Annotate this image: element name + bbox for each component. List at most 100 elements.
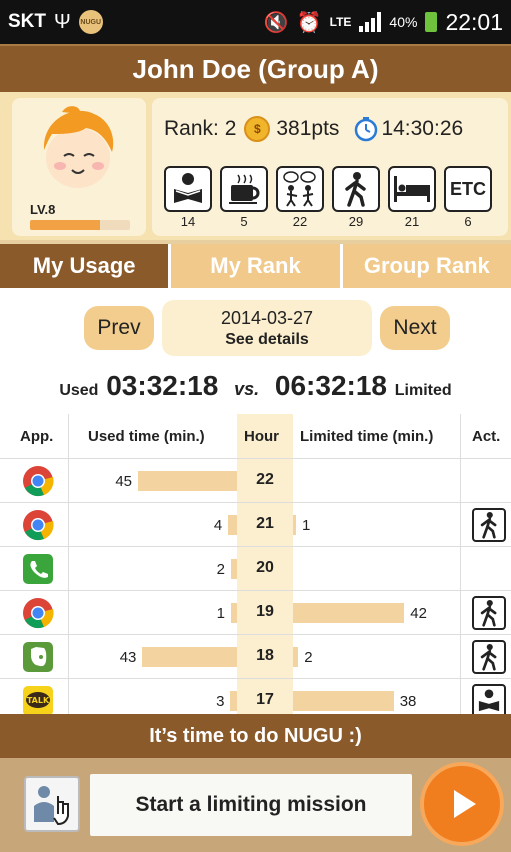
header-used: Used time (min.) bbox=[88, 428, 205, 445]
table-row[interactable]: 1 19 42 bbox=[0, 590, 511, 634]
activity-count: 6 bbox=[464, 214, 472, 229]
battery-percent: 40% bbox=[389, 14, 418, 30]
header-app: App. bbox=[20, 428, 54, 445]
limited-bar bbox=[293, 691, 394, 711]
conversation-icon bbox=[283, 171, 316, 207]
chrome-icon bbox=[23, 598, 54, 629]
battery-icon bbox=[425, 12, 438, 32]
limited-value: 1 bbox=[302, 517, 311, 534]
used-bar bbox=[230, 691, 237, 711]
mute-icon: 🔇 bbox=[263, 11, 289, 34]
table-row[interactable]: 43 18 2 bbox=[0, 634, 511, 678]
activity-talk[interactable]: 22 bbox=[276, 166, 324, 229]
used-value: 3 bbox=[216, 693, 225, 710]
touch-hand-icon bbox=[34, 786, 69, 826]
phone-icon bbox=[23, 554, 53, 584]
hour-value: 19 bbox=[256, 603, 274, 620]
walking-icon bbox=[480, 512, 497, 539]
act-walking-button[interactable] bbox=[472, 640, 506, 674]
nugu-banner: It’s time to do NUGU :) bbox=[0, 714, 511, 758]
limited-label: Limited bbox=[394, 382, 452, 399]
tab-my-usage[interactable]: My Usage bbox=[0, 244, 172, 288]
used-value: 43 bbox=[119, 649, 137, 666]
used-bar bbox=[228, 515, 237, 535]
used-value: 4 bbox=[213, 517, 223, 534]
coin-icon: $ bbox=[244, 116, 271, 142]
hour-value: 17 bbox=[256, 691, 274, 708]
chrome-icon bbox=[23, 466, 54, 497]
limited-value: 42 bbox=[410, 605, 427, 622]
chrome-icon bbox=[23, 510, 54, 541]
used-bar bbox=[142, 647, 237, 667]
page-title: John Doe (Group A) bbox=[0, 44, 511, 92]
table-row[interactable]: 4 21 1 bbox=[0, 502, 511, 546]
header-act: Act. bbox=[472, 428, 501, 445]
clock-time: 22:01 bbox=[445, 8, 503, 35]
play-button[interactable] bbox=[420, 762, 504, 846]
activity-sleep[interactable]: 21 bbox=[388, 166, 436, 229]
vs-label: vs. bbox=[234, 379, 260, 399]
points-value: 381pts bbox=[276, 117, 340, 140]
next-button[interactable]: Next bbox=[380, 306, 450, 350]
act-reading-button[interactable] bbox=[472, 684, 506, 718]
activity-walk[interactable]: 29 bbox=[332, 166, 380, 229]
status-bar: SKT Ψ NUGU 🔇 ⏰ LTE 40% 22:01 bbox=[0, 0, 511, 44]
network-label: LTE bbox=[329, 14, 352, 29]
table-header: App. Used time (min.) Hour Limited time … bbox=[0, 414, 511, 458]
avatar-card[interactable]: LV.8 bbox=[12, 98, 146, 236]
tab-group-rank[interactable]: Group Rank bbox=[342, 244, 511, 288]
prev-button[interactable]: Prev bbox=[84, 306, 154, 350]
see-details-link[interactable]: See details bbox=[162, 331, 372, 349]
usb-icon: Ψ bbox=[54, 10, 71, 33]
activity-study[interactable]: 14 bbox=[164, 166, 212, 229]
signal-icon bbox=[359, 12, 382, 32]
avatar bbox=[43, 106, 114, 188]
usage-table: App. Used time (min.) Hour Limited time … bbox=[0, 414, 511, 718]
evernote-icon bbox=[23, 642, 53, 672]
tab-my-rank[interactable]: My Rank bbox=[171, 244, 343, 288]
activity-count: 29 bbox=[348, 214, 364, 229]
used-label: Used bbox=[59, 382, 99, 399]
hour-value: 22 bbox=[256, 471, 274, 488]
stopwatch-icon bbox=[355, 117, 378, 142]
tab-bar: My Usage My Rank Group Rank bbox=[0, 244, 511, 288]
used-value: 1 bbox=[216, 605, 225, 622]
kakaotalk-icon: TALK bbox=[23, 686, 53, 716]
carrier-label: SKT bbox=[8, 11, 46, 32]
level-progress-bar bbox=[30, 220, 130, 230]
header-hour: Hour bbox=[244, 428, 279, 445]
walking-icon bbox=[480, 644, 497, 671]
limited-bar bbox=[293, 603, 405, 623]
mission-icon[interactable] bbox=[24, 776, 80, 832]
limited-bar bbox=[293, 515, 296, 535]
activity-list: 14 5 22 29 21 ETC 6 bbox=[164, 166, 492, 229]
activity-etc[interactable]: ETC 6 bbox=[444, 166, 492, 229]
limited-value: 2 bbox=[304, 649, 313, 666]
date-selector[interactable]: 2014-03-27 See details bbox=[162, 300, 372, 356]
etc-icon: ETC bbox=[450, 178, 486, 199]
used-time: 03:32:18 bbox=[106, 370, 219, 401]
act-walking-button[interactable] bbox=[472, 508, 506, 542]
limited-bar bbox=[293, 647, 299, 667]
reading-icon bbox=[478, 689, 500, 712]
hour-value: 21 bbox=[256, 515, 274, 532]
table-row[interactable]: 45 22 bbox=[0, 458, 511, 502]
stats-card: Rank: 2 $ 381pts 14:30:26 14 5 22 29 21 … bbox=[152, 98, 508, 236]
limited-value: 38 bbox=[399, 693, 417, 710]
used-value: 45 bbox=[115, 473, 132, 490]
act-walking-button[interactable] bbox=[472, 596, 506, 630]
walking-icon bbox=[345, 172, 366, 207]
table-row[interactable]: 2 20 bbox=[0, 546, 511, 590]
activity-coffee[interactable]: 5 bbox=[220, 166, 268, 229]
activity-count: 22 bbox=[292, 214, 308, 229]
date-value: 2014-03-27 bbox=[220, 308, 314, 328]
used-bar bbox=[138, 471, 237, 491]
level-progress-fill bbox=[30, 220, 100, 230]
start-mission-button[interactable]: Start a limiting mission bbox=[90, 774, 412, 836]
hour-value: 18 bbox=[256, 647, 274, 664]
limited-time: 06:32:18 bbox=[274, 370, 387, 401]
reading-icon bbox=[174, 173, 202, 203]
header-limited: Limited time (min.) bbox=[300, 428, 434, 445]
level-label: LV.8 bbox=[30, 202, 56, 217]
bed-icon bbox=[394, 176, 430, 202]
